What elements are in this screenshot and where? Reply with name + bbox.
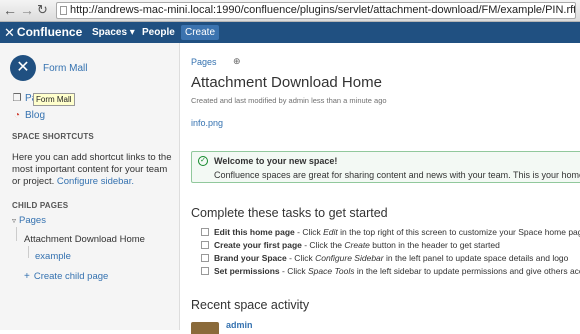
shortcuts-heading: SPACE SHORTCUTS: [12, 132, 94, 141]
confluence-logo[interactable]: ✕ Confluence: [4, 24, 82, 41]
back-arrow-icon[interactable]: ←: [3, 2, 17, 18]
app-header: ✕ Confluence Spaces ▾ People Create: [0, 22, 580, 43]
tooltip: Form Mall: [33, 93, 75, 106]
configure-sidebar-link[interactable]: Configure sidebar.: [57, 176, 134, 187]
tree-connector: [16, 227, 17, 241]
avatar[interactable]: [191, 322, 219, 334]
spaces-menu[interactable]: Spaces ▾: [92, 24, 135, 41]
address-bar-text: http://andrews-mac-mini.local:1990/confl…: [70, 4, 576, 16]
welcome-text: Confluence spaces are great for sharing …: [214, 170, 580, 180]
collapse-icon[interactable]: ▿: [12, 216, 16, 225]
task-checkbox[interactable]: [201, 254, 209, 262]
page-metadata: Created and last modified by admin less …: [191, 96, 387, 105]
tree-item-home[interactable]: Attachment Download Home: [24, 234, 145, 245]
people-link[interactable]: People: [142, 24, 175, 41]
check-circle-icon: ✓: [198, 156, 208, 166]
forward-arrow-icon[interactable]: →: [20, 2, 34, 18]
breadcrumb[interactable]: Pages: [191, 57, 217, 67]
reload-icon[interactable]: ↻: [37, 2, 48, 18]
task-item: Edit this home page - Click Edit in the …: [201, 227, 580, 237]
attachment-icon[interactable]: ⊕: [233, 56, 241, 67]
create-button[interactable]: Create: [181, 25, 219, 40]
main-content: Pages ⊕ Attachment Download Home Created…: [181, 43, 580, 334]
task-text: Set permissions - Click Space Tools in t…: [214, 266, 580, 276]
sidebar-item-label: Blog: [25, 110, 46, 121]
task-checkbox[interactable]: [201, 228, 209, 236]
welcome-title: Welcome to your new space!: [214, 156, 338, 166]
task-text: Edit this home page - Click Edit in the …: [214, 227, 580, 237]
address-bar[interactable]: http://andrews-mac-mini.local:1990/confl…: [56, 2, 576, 19]
confluence-logo-icon: ✕: [4, 25, 15, 40]
sidebar-item-blog[interactable]: ◔ Blog: [12, 110, 45, 121]
plus-icon: +: [24, 271, 30, 282]
rss-icon: ◔: [13, 110, 21, 121]
attachment-link[interactable]: info.png: [191, 118, 223, 128]
child-pages-heading: CHILD PAGES: [12, 201, 69, 210]
activity-heading: Recent space activity: [191, 298, 310, 312]
pages-icon: ❐: [12, 93, 22, 104]
browser-toolbar: ← → ↻ http://andrews-mac-mini.local:1990…: [0, 0, 580, 22]
shortcuts-description: Here you can add shortcut links to the m…: [12, 152, 172, 188]
tasks-heading: Complete these tasks to get started: [191, 206, 388, 220]
space-name-link[interactable]: Form Mall: [43, 63, 87, 74]
task-checkbox[interactable]: [201, 267, 209, 275]
activity-user-link[interactable]: admin: [226, 320, 253, 330]
page-icon: [60, 6, 67, 15]
task-text: Brand your Space - Click Configure Sideb…: [214, 253, 569, 263]
tree-connector: [28, 246, 29, 258]
space-avatar-icon[interactable]: ✕: [10, 55, 36, 81]
create-child-page-link[interactable]: + Create child page: [24, 271, 108, 282]
tree-item-label: Pages: [19, 215, 46, 226]
page-title: Attachment Download Home: [191, 74, 382, 91]
task-text: Create your first page - Click the Creat…: [214, 240, 500, 250]
tree-item-example[interactable]: example: [35, 251, 71, 262]
space-sidebar: ✕ Form Mall ❐ Pa Form Mall ◔ Blog SPACE …: [0, 43, 180, 330]
task-item: Brand your Space - Click Configure Sideb…: [201, 253, 568, 263]
tree-item-pages[interactable]: ▿ Pages: [12, 215, 46, 226]
logo-text: Confluence: [16, 25, 83, 39]
task-item: Create your first page - Click the Creat…: [201, 240, 500, 250]
welcome-panel: ✓ Welcome to your new space! Confluence …: [191, 151, 580, 183]
task-item: Set permissions - Click Space Tools in t…: [201, 266, 580, 276]
create-child-label: Create child page: [33, 271, 109, 282]
task-checkbox[interactable]: [201, 241, 209, 249]
